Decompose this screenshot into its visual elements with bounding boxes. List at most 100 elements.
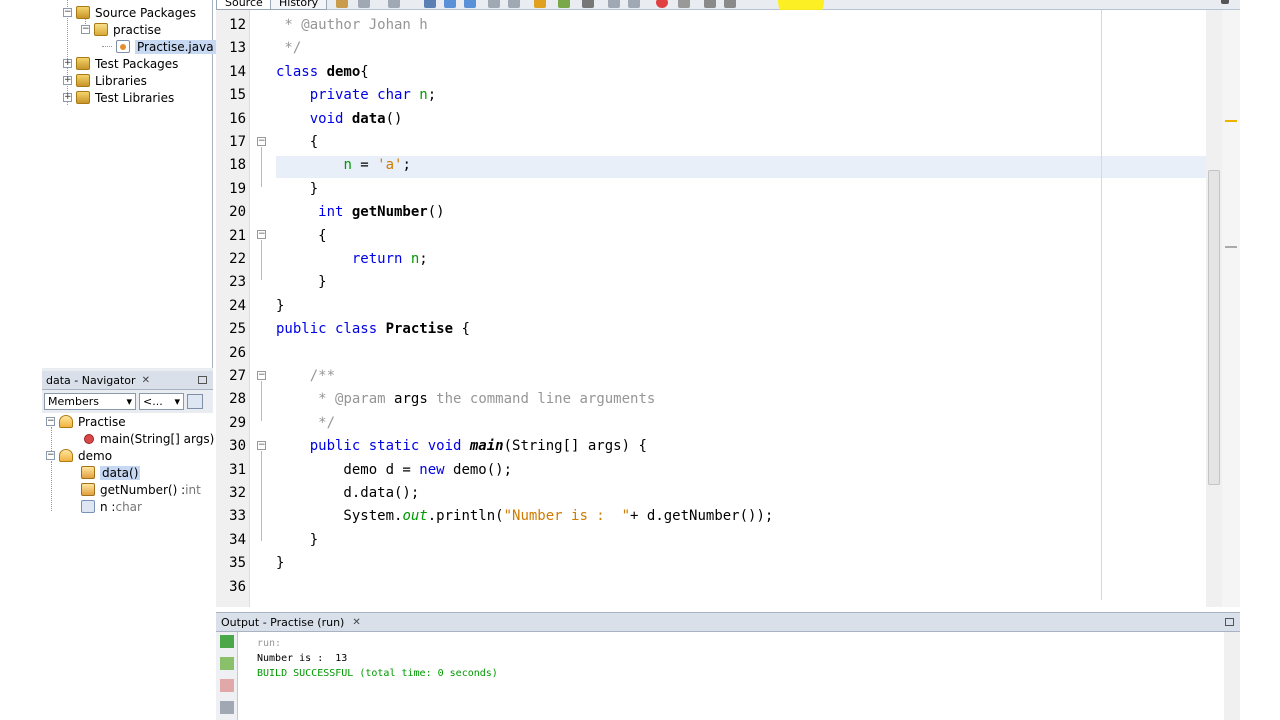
tab-history[interactable]: History [270,0,328,10]
shift-right-icon[interactable] [628,0,640,8]
nav-item-getnumber[interactable]: getNumber() : int [81,481,201,498]
code-token: demo [326,63,361,80]
collapse-icon[interactable]: − [81,25,90,34]
output-console[interactable]: run: Number is : 13 BUILD SUCCESSFUL (to… [238,632,1224,720]
members-dropdown-value: Members [48,395,99,408]
last-edit-icon[interactable] [336,0,348,8]
next-bookmark-icon[interactable] [558,0,570,8]
right-black-bar [1240,0,1280,720]
uncomment-icon[interactable] [724,0,736,8]
output-vertical-scrollbar[interactable] [1224,632,1240,720]
marker[interactable] [1225,246,1237,248]
comment-icon[interactable] [704,0,716,8]
rerun-icon[interactable] [220,635,234,648]
class-icon [59,415,73,428]
code-line: */ [276,37,301,60]
output-header: Output - Practise (run) ✕ [216,612,1240,632]
code-line: demo d = new demo(); [276,459,512,482]
collapse-icon[interactable]: − [46,417,55,426]
tree-item-source-packages[interactable]: − Source Packages [63,4,196,21]
start-macro-icon[interactable] [656,0,668,8]
fold-line [261,381,262,421]
expand-icon[interactable]: + [63,59,72,68]
code-token: } [276,297,285,314]
nav-item-n[interactable]: n : char [81,498,142,515]
code-line: * @param args the command line arguments [276,388,655,411]
scrollbar-thumb[interactable] [1208,170,1220,485]
settings-icon[interactable] [220,701,234,714]
code-line: { [276,131,318,154]
nav-item-demo[interactable]: − demo [46,447,112,464]
nav-item-main[interactable]: main(String[] args) [84,430,214,447]
forward-icon[interactable] [388,0,400,8]
fold-toggle-icon[interactable]: − [257,137,266,146]
chevron-down-icon: ▾ [126,395,132,408]
code-token: main [469,438,504,455]
minimize-icon[interactable] [1225,618,1234,626]
collapse-icon[interactable]: − [63,8,72,17]
tree-item-test-packages[interactable]: + Test Packages [63,55,178,72]
fold-line [261,147,262,187]
tree-item-label: Source Packages [95,5,197,20]
tree-item-test-libraries[interactable]: + Test Libraries [63,89,174,106]
line-number: 18 [229,157,246,174]
previous-bookmark-icon[interactable] [534,0,546,8]
tab-source-label: Source [225,0,263,9]
tree-item-libraries[interactable]: + Libraries [63,72,147,89]
java-file-icon [116,40,130,53]
shift-left-icon[interactable] [608,0,620,8]
search-icon[interactable] [424,0,436,8]
stop-icon[interactable] [220,679,234,692]
library-folder-icon [76,91,90,104]
code-line: } [276,529,318,552]
panel-menu-icon[interactable] [1221,0,1229,4]
toggle-select-icon[interactable] [508,0,520,8]
line-number: 28 [229,391,246,408]
code-editor[interactable]: 12 * @author Johan h 13 */14 class demo{15… [216,10,1240,607]
filter-dropdown[interactable]: <... ▾ [139,393,184,410]
method-icon [81,466,95,479]
expand-icon[interactable]: + [63,76,72,85]
code-token: args [394,391,428,408]
library-folder-icon [76,74,90,87]
fold-toggle-icon[interactable]: − [257,441,266,450]
navigator-options-icon[interactable] [187,394,203,409]
line-number: 12 [229,17,246,33]
code-token: () [385,110,403,127]
rerun-with-params-icon[interactable] [220,657,234,670]
tab-source[interactable]: Source [216,0,272,10]
code-line: } [276,271,326,294]
warning-marker[interactable] [1225,120,1237,122]
nav-item-practise[interactable]: − Practise [46,413,126,430]
code-token: } [276,531,319,548]
stop-macro-icon[interactable] [678,0,690,8]
fold-toggle-icon[interactable]: − [257,371,266,380]
tree-item-practise-package[interactable]: − practise [81,21,161,38]
code-line: private char n; [276,84,436,107]
back-icon[interactable] [358,0,370,8]
toggle-highlight-icon[interactable] [488,0,500,8]
line-number: 33 [229,508,246,525]
nav-item-data[interactable]: data() [81,464,141,481]
fold-toggle-icon[interactable]: − [257,230,266,239]
minimize-icon[interactable] [198,376,207,384]
code-line: { [276,225,326,248]
tree-item-label: Libraries [95,73,147,88]
close-icon[interactable]: ✕ [142,375,150,386]
code-token: .println( [427,508,504,525]
find-previous-icon[interactable] [444,0,456,8]
code-line: return n; [276,248,428,271]
tree-item-practise-java[interactable]: Practise.java [116,38,216,55]
members-dropdown[interactable]: Members ▾ [44,393,136,410]
expand-icon[interactable]: + [63,93,72,102]
line-number: 22 [229,251,246,267]
code-token: 'a' [377,157,403,174]
line-number: 36 [229,578,246,595]
find-next-icon[interactable] [464,0,476,8]
navigator-header: data - Navigator ✕ [42,371,213,390]
pointer-cursor-icon [582,0,594,8]
line-number: 27 [229,368,246,384]
close-icon[interactable]: ✕ [352,617,360,628]
collapse-icon[interactable]: − [46,451,55,460]
code-token: demo(); [453,461,513,478]
